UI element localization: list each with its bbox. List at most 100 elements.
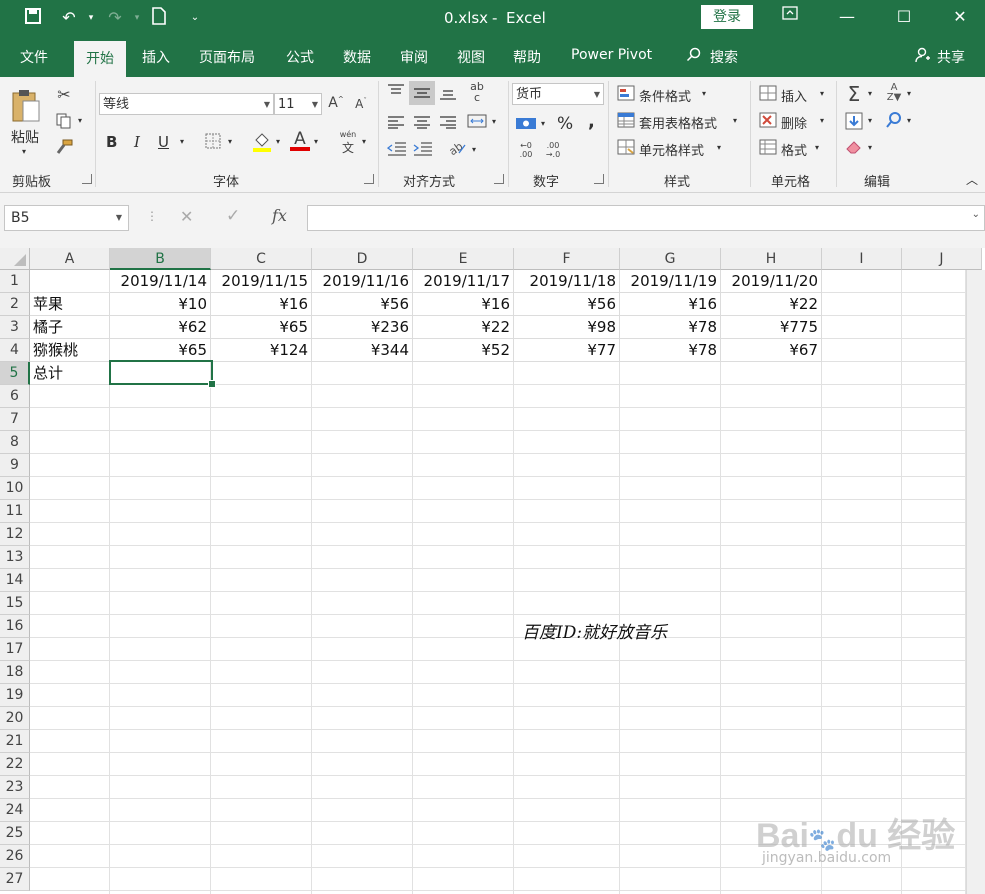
cell-E2[interactable]: ¥16 — [413, 293, 514, 316]
paste-icon[interactable] — [10, 87, 42, 123]
align-center-icon[interactable] — [412, 115, 432, 132]
number-launcher-icon[interactable] — [594, 174, 604, 184]
tab-view[interactable]: 视图 — [457, 47, 485, 67]
font-color-icon[interactable]: A — [289, 129, 311, 151]
vertical-scrollbar[interactable] — [966, 270, 985, 894]
format-cells-button[interactable]: 格式 — [781, 140, 807, 159]
row-header-5[interactable]: 5 — [0, 362, 30, 385]
tab-insert[interactable]: 插入 — [142, 47, 170, 67]
increase-font-icon[interactable]: A^ — [328, 95, 344, 111]
row-header-15[interactable]: 15 — [0, 592, 30, 615]
tab-formulas[interactable]: 公式 — [286, 47, 314, 67]
formula-input[interactable]: ⌄ — [307, 205, 985, 231]
find-select-icon[interactable] — [884, 111, 904, 132]
row-header-2[interactable]: 2 — [0, 293, 30, 316]
font-name-select[interactable]: 等线 ▼ — [99, 93, 274, 115]
merge-dropdown-icon[interactable]: ▾ — [492, 117, 496, 126]
row-header-24[interactable]: 24 — [0, 799, 30, 822]
cell-D3[interactable]: ¥236 — [312, 316, 413, 339]
cell-styles-icon[interactable] — [616, 139, 636, 158]
row-header-14[interactable]: 14 — [0, 569, 30, 592]
new-file-icon[interactable] — [148, 7, 170, 29]
underline-button[interactable]: U — [158, 133, 169, 151]
column-header-I[interactable]: I — [822, 248, 902, 270]
column-header-F[interactable]: F — [514, 248, 620, 270]
increase-decimal-icon[interactable]: ←0.00 — [515, 141, 537, 159]
cell-D1[interactable]: 2019/11/16 — [312, 270, 413, 293]
row-header-9[interactable]: 9 — [0, 454, 30, 477]
cell-F2[interactable]: ¥56 — [514, 293, 620, 316]
border-dropdown-icon[interactable]: ▾ — [228, 137, 232, 146]
worksheet-grid[interactable]: A B C D E F G H I J 1 2 3 4 5 6 7 8 9 10 11 12 13 14 1… — [0, 248, 985, 894]
sort-filter-icon[interactable]: A Z▼ — [884, 83, 904, 103]
cell-F3[interactable]: ¥98 — [514, 316, 620, 339]
cell-G2[interactable]: ¥16 — [620, 293, 721, 316]
undo-dropdown-icon[interactable]: ▾ — [80, 7, 102, 29]
phonetic-dropdown-icon[interactable]: ▾ — [362, 137, 366, 146]
cell-E3[interactable]: ¥22 — [413, 316, 514, 339]
minimize-icon[interactable]: — — [833, 4, 861, 30]
row-header-17[interactable]: 17 — [0, 638, 30, 661]
row-header-18[interactable]: 18 — [0, 661, 30, 684]
row-header-8[interactable]: 8 — [0, 431, 30, 454]
save-icon[interactable] — [22, 7, 44, 29]
underline-dropdown-icon[interactable]: ▾ — [180, 137, 184, 146]
copy-dropdown-icon[interactable]: ▾ — [78, 116, 82, 125]
cell-C4[interactable]: ¥124 — [211, 339, 312, 362]
cell-E1[interactable]: 2019/11/17 — [413, 270, 514, 293]
close-icon[interactable]: ✕ — [946, 4, 974, 30]
cell-C1[interactable]: 2019/11/15 — [211, 270, 312, 293]
tab-review[interactable]: 审阅 — [400, 47, 428, 67]
autosum-dropdown-icon[interactable]: ▾ — [868, 89, 872, 98]
bold-button[interactable]: B — [106, 133, 117, 151]
cut-icon[interactable]: ✂ — [54, 85, 74, 104]
border-icon[interactable] — [204, 133, 222, 152]
row-header-7[interactable]: 7 — [0, 408, 30, 431]
collapse-ribbon-icon[interactable]: ︿ — [966, 171, 978, 188]
row-header-25[interactable]: 25 — [0, 822, 30, 845]
italic-button[interactable]: I — [134, 133, 140, 151]
cell-styles-button[interactable]: 单元格样式 — [639, 140, 704, 159]
selected-cell-B5[interactable] — [109, 360, 213, 385]
column-header-D[interactable]: D — [312, 248, 413, 270]
orientation-icon[interactable]: ab c — [466, 81, 488, 103]
login-button[interactable]: 登录 — [701, 5, 753, 29]
cell-F4[interactable]: ¥77 — [514, 339, 620, 362]
alignment-launcher-icon[interactable] — [494, 174, 504, 184]
paste-button[interactable]: 粘贴 — [11, 127, 39, 147]
row-header-1[interactable]: 1 — [0, 270, 30, 293]
font-size-select[interactable]: 11 ▼ — [274, 93, 322, 115]
row-header-23[interactable]: 23 — [0, 776, 30, 799]
merge-center-icon[interactable] — [466, 113, 488, 132]
row-header-22[interactable]: 22 — [0, 753, 30, 776]
cell-B4[interactable]: ¥65 — [110, 339, 211, 362]
delete-cells-icon[interactable] — [758, 112, 778, 131]
number-format-select[interactable]: 货币 ▼ — [512, 83, 604, 105]
row-header-20[interactable]: 20 — [0, 707, 30, 730]
row-header-12[interactable]: 12 — [0, 523, 30, 546]
search-icon[interactable] — [686, 47, 702, 67]
paste-dropdown-icon[interactable]: ▾ — [22, 147, 26, 156]
column-header-C[interactable]: C — [211, 248, 312, 270]
cell-B1[interactable]: 2019/11/14 — [110, 270, 211, 293]
cell-G3[interactable]: ¥78 — [620, 316, 721, 339]
tab-file[interactable]: 文件 — [20, 47, 48, 67]
align-top-icon[interactable] — [386, 83, 406, 100]
align-bottom-icon[interactable] — [438, 87, 458, 104]
share-icon[interactable] — [915, 47, 931, 67]
copy-icon[interactable] — [54, 113, 74, 132]
cell-B2[interactable]: ¥10 — [110, 293, 211, 316]
percent-button[interactable]: % — [557, 114, 573, 134]
clipboard-launcher-icon[interactable] — [82, 174, 92, 184]
clear-dropdown-icon[interactable]: ▾ — [868, 143, 872, 152]
tab-home[interactable]: 开始 — [74, 41, 126, 77]
tab-help[interactable]: 帮助 — [513, 47, 541, 67]
font-launcher-icon[interactable] — [364, 174, 374, 184]
column-header-H[interactable]: H — [721, 248, 822, 270]
decrease-font-icon[interactable]: Aˇ — [353, 97, 369, 111]
cell-B3[interactable]: ¥62 — [110, 316, 211, 339]
fill-icon[interactable] — [844, 112, 864, 133]
undo-icon[interactable]: ↶ — [58, 7, 80, 29]
cell-H3[interactable]: ¥775 — [721, 316, 822, 339]
row-header-10[interactable]: 10 — [0, 477, 30, 500]
